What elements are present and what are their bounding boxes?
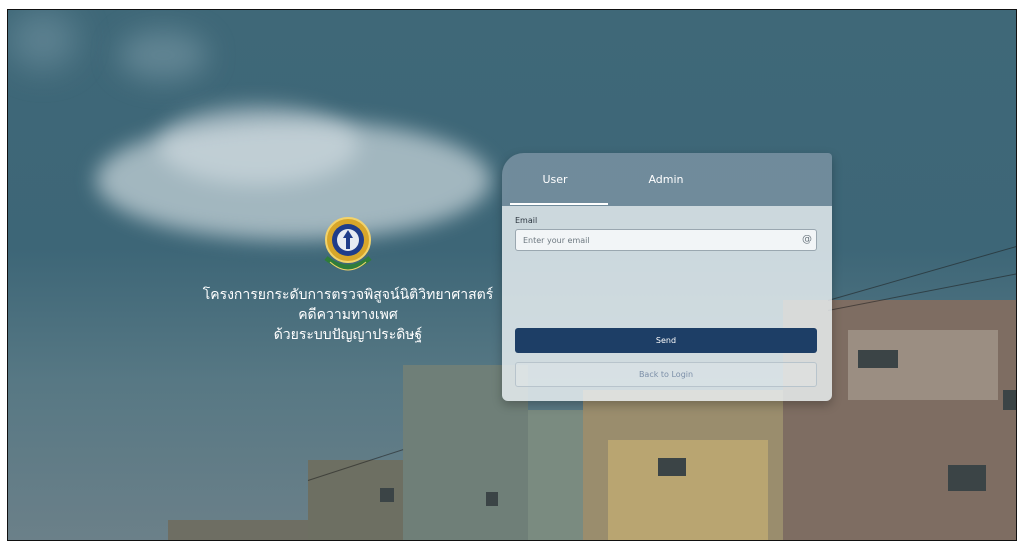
background-window (658, 458, 686, 476)
login-form: Email @ Send Back to Login (502, 206, 832, 401)
background-building (168, 520, 318, 540)
active-tab-indicator (510, 203, 608, 205)
at-sign-icon: @ (802, 234, 812, 245)
project-title-line: โครงการยกระดับการตรวจพิสูจน์นิติวิทยาศาส… (202, 287, 494, 303)
background-window (380, 488, 394, 502)
background-building (608, 440, 768, 540)
email-input[interactable] (516, 230, 793, 250)
background-window (948, 465, 986, 491)
background-window (858, 350, 898, 368)
background-cloud (8, 10, 78, 70)
project-title: โครงการยกระดับการตรวจพิสูจน์นิติวิทยาศาส… (183, 285, 513, 345)
background-building (528, 410, 583, 540)
tab-admin[interactable]: Admin (608, 153, 724, 206)
email-field-wrapper: @ (515, 229, 817, 251)
login-card: User Admin Email @ Send Back to Login (502, 153, 832, 401)
background-cloud (118, 30, 208, 80)
back-to-login-button[interactable]: Back to Login (515, 362, 817, 387)
project-title-line: คดีความทางเพศ (298, 307, 398, 323)
background-cloud (96, 120, 491, 240)
project-title-line: ด้วยระบบปัญญาประดิษฐ์ (273, 327, 423, 343)
email-label: Email (515, 216, 538, 225)
tab-user[interactable]: User (502, 153, 608, 206)
send-button[interactable]: Send (515, 328, 817, 353)
login-page: โครงการยกระดับการตรวจพิสูจน์นิติวิทยาศาส… (7, 9, 1017, 541)
tab-bar: User Admin (502, 153, 832, 206)
university-seal-icon (324, 217, 372, 271)
background-window (1003, 390, 1016, 410)
background-window (486, 492, 498, 506)
